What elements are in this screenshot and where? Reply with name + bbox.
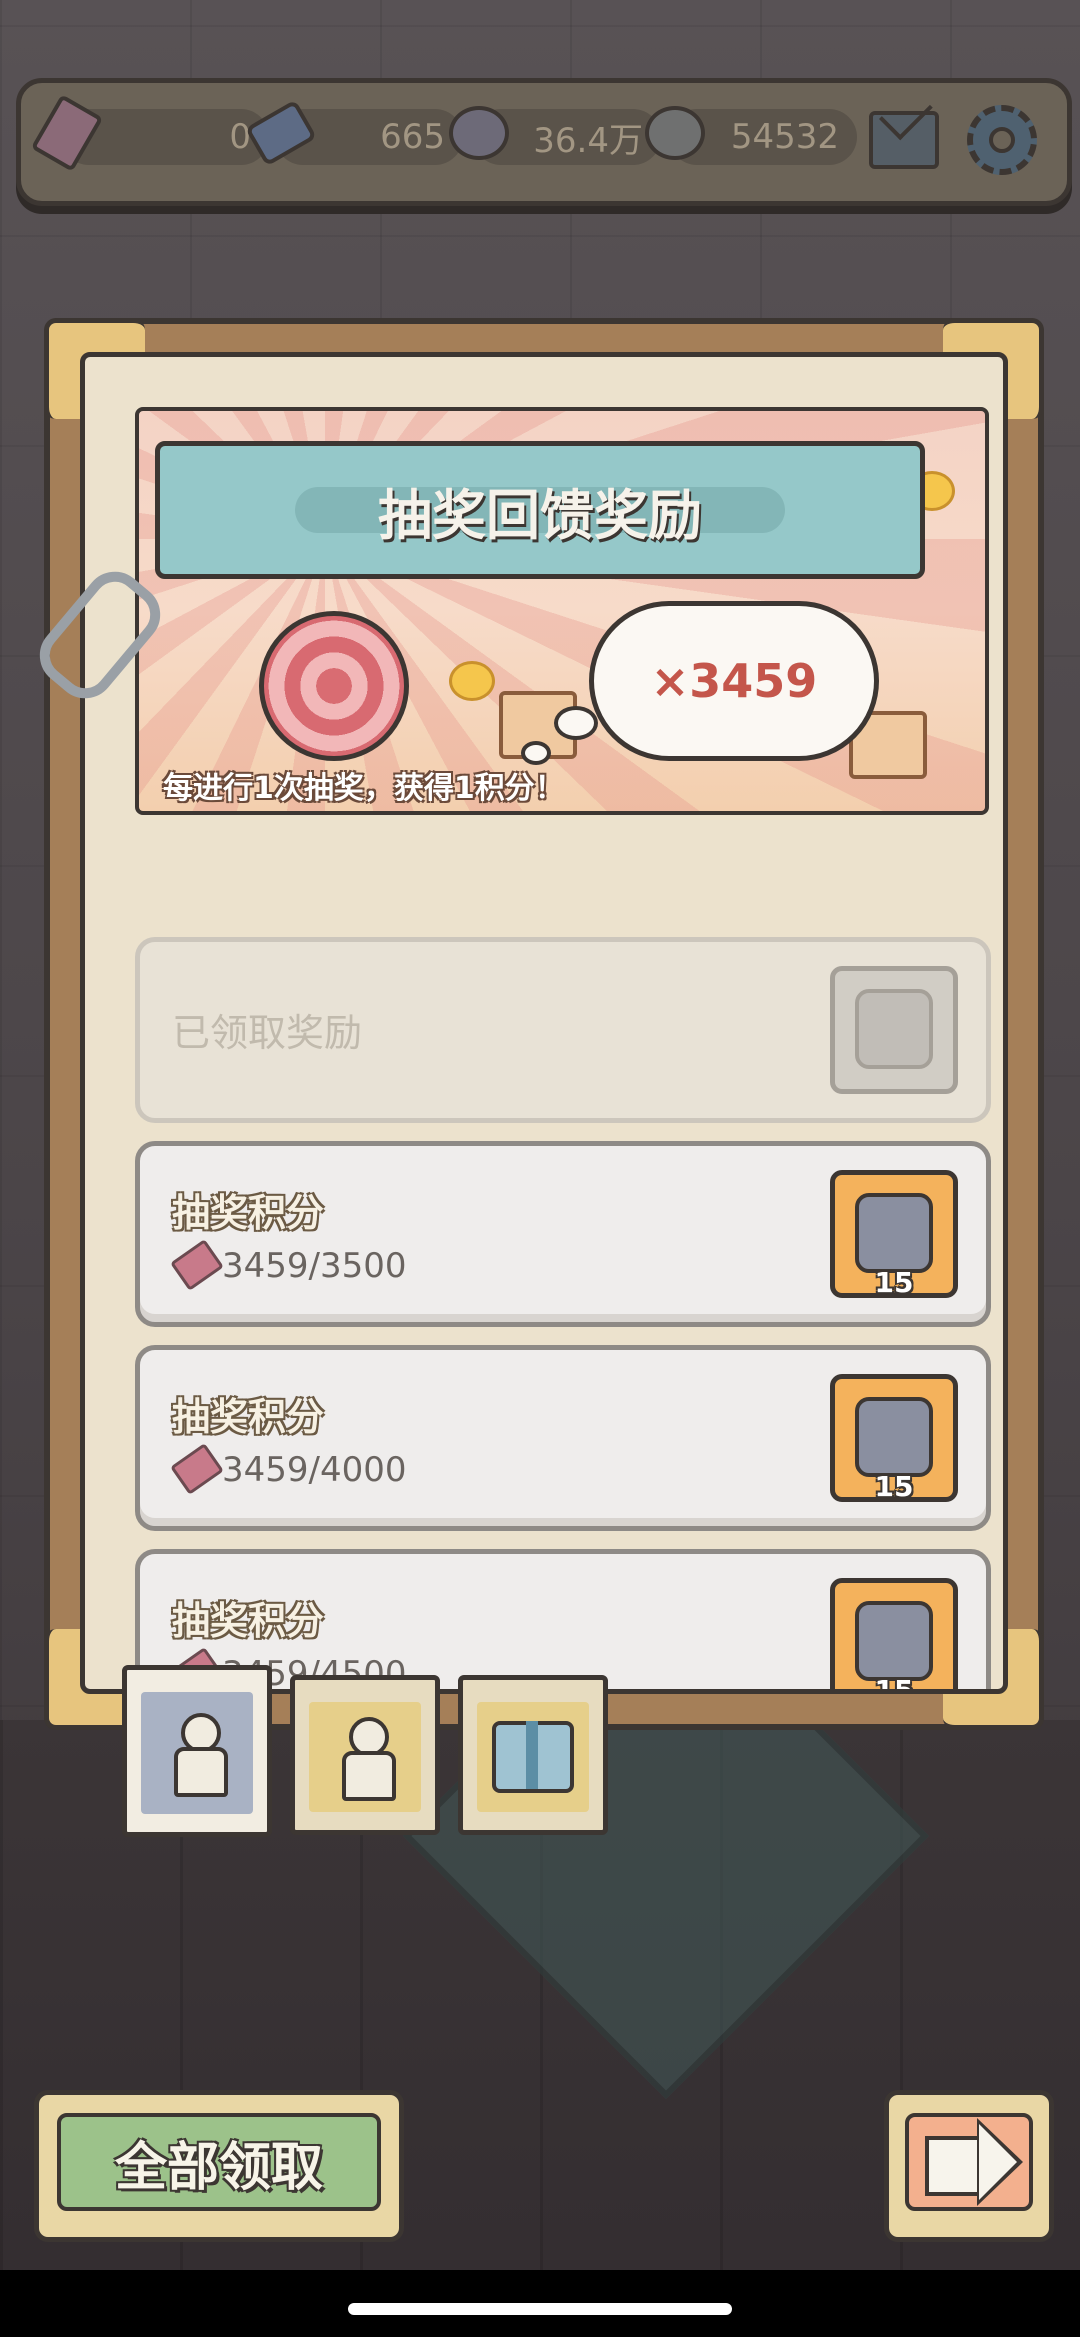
ticket-icon [170, 1239, 224, 1291]
row-progress: 3459/4000 [222, 1450, 407, 1490]
home-indicator[interactable] [348, 2303, 732, 2315]
reward-item[interactable]: 15 [830, 1170, 958, 1299]
mail-icon [869, 111, 939, 169]
ticket-icon [30, 94, 104, 172]
resource-bar: 0 665 36.4万 54532 [16, 78, 1072, 206]
reward-quantity: 15 [874, 1674, 914, 1694]
coin-icon [449, 661, 495, 701]
next-button[interactable] [884, 2090, 1054, 2242]
ghost-doll-icon [170, 1713, 228, 1797]
mail-button[interactable] [869, 105, 939, 175]
backpack-icon [855, 1193, 933, 1273]
gift-box-icon [492, 1721, 574, 1793]
speech-bubble-count: 54532 [730, 117, 839, 157]
reward-panel: ×3459 每进行1次抽奖，获得1积分！ 抽奖回馈奖励 已领取奖励 抽奖积分 3… [44, 318, 1044, 1730]
row-label: 抽奖积分 [172, 1395, 325, 1439]
points-multiplier: ×3459 [650, 654, 818, 708]
tab-ghost-doll[interactable] [122, 1665, 272, 1837]
row-progress: 3459/3500 [222, 1246, 407, 1286]
prize-wheel-icon [259, 611, 409, 761]
row-label: 抽奖积分 [172, 1599, 325, 1643]
row-label: 已领取奖励 [172, 1011, 363, 1055]
gem-counter: 665 [244, 99, 463, 167]
reward-quantity: 15 [874, 1470, 914, 1503]
ticket-icon [170, 1443, 224, 1495]
reward-item[interactable]: 15 [830, 1578, 958, 1694]
title-plate: 抽奖回馈奖励 [155, 441, 925, 579]
gear-icon [967, 105, 1037, 175]
page-title: 抽奖回馈奖励 [295, 484, 785, 547]
bubble-counter: 36.4万 [449, 106, 661, 165]
tab-gift-box[interactable] [458, 1675, 608, 1835]
backpack-icon [855, 1397, 933, 1477]
voodoo-doll-icon [338, 1717, 396, 1801]
speech-bubble-counter: 54532 [645, 106, 857, 165]
claim-all-button[interactable]: 全部领取 [34, 2090, 404, 2242]
speech-bubble-icon [643, 101, 707, 165]
reward-row-claimed[interactable]: 已领取奖励 [135, 937, 991, 1123]
settings-button[interactable] [967, 105, 1037, 175]
backpack-icon [855, 1601, 933, 1681]
reward-row[interactable]: 抽奖积分 3459/4000 15 [135, 1345, 991, 1531]
reward-item[interactable] [830, 966, 958, 1094]
ticket-count: 0 [229, 117, 251, 157]
reward-quantity: 15 [874, 1266, 914, 1299]
row-label: 抽奖积分 [172, 1191, 325, 1235]
thought-cloud: ×3459 [589, 601, 879, 761]
backpack-icon [855, 989, 933, 1069]
panel-content[interactable]: ×3459 每进行1次抽奖，获得1积分！ 抽奖回馈奖励 已领取奖励 抽奖积分 3… [80, 352, 1008, 1694]
ticket-counter: 0 [30, 94, 269, 172]
bubble-icon [447, 101, 511, 165]
banner-caption: 每进行1次抽奖，获得1积分！ [163, 771, 565, 806]
reward-row[interactable]: 抽奖积分 3459/3500 15 [135, 1141, 991, 1327]
bubble-count: 36.4万 [533, 120, 643, 161]
gem-count: 665 [380, 117, 445, 157]
reward-item[interactable]: 15 [830, 1374, 958, 1503]
tab-voodoo-doll[interactable] [290, 1675, 440, 1835]
claim-all-label: 全部领取 [57, 2113, 381, 2211]
gem-icon [244, 99, 318, 167]
